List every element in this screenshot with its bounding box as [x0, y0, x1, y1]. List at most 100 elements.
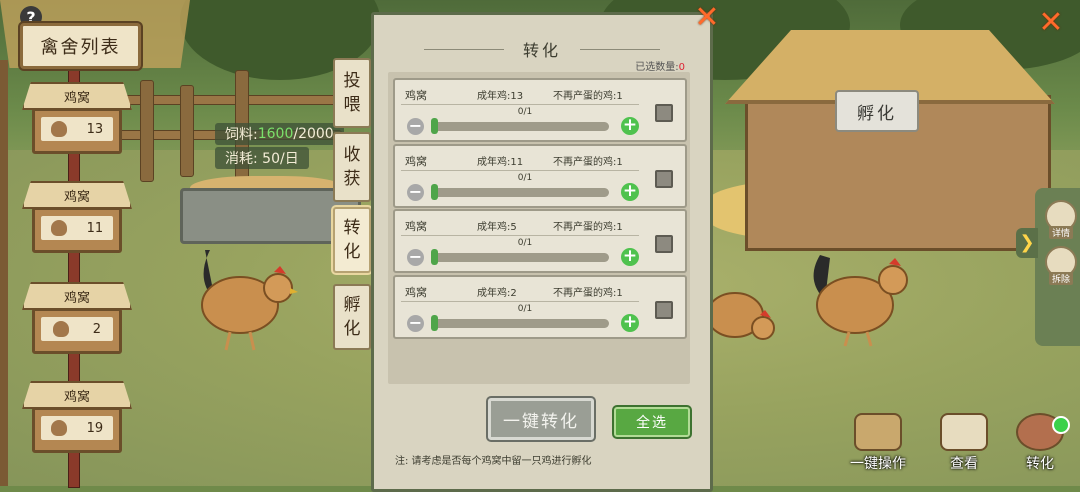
- tab-feed[interactable]: 投 喂: [333, 58, 371, 128]
- row-coop-name: 鸡窝: [405, 286, 427, 299]
- slider-handle[interactable]: [431, 118, 438, 134]
- convert-slider[interactable]: [433, 122, 609, 131]
- adult-count: 成年鸡:5: [477, 222, 517, 233]
- chicken[interactable]: [805, 250, 915, 350]
- row-checkbox[interactable]: [655, 301, 673, 319]
- coop-count: 2: [92, 321, 102, 337]
- rope-pole: [0, 60, 8, 486]
- row-divider: [401, 104, 639, 105]
- one-click-convert-button[interactable]: 一键转化: [488, 398, 594, 440]
- coop-plate: 2: [32, 308, 122, 354]
- convert-count: 0/1: [517, 173, 533, 183]
- coop-plate: 19: [32, 407, 122, 453]
- hen-icon: [50, 420, 67, 436]
- slider-handle[interactable]: [431, 249, 438, 265]
- list-item: 鸡窝 成年鸡:5 不再产蛋的鸡:1 0/1 − +: [393, 209, 687, 273]
- coop-plate: 13: [32, 108, 122, 154]
- row-checkbox[interactable]: [655, 235, 673, 253]
- nolay-count: 不再产蛋的鸡:1: [553, 222, 623, 233]
- convert-label: 转化: [1026, 456, 1054, 472]
- chicken[interactable]: [190, 240, 300, 355]
- select-all-button[interactable]: 全选: [614, 407, 690, 437]
- list-item: 鸡窝 成年鸡:13 不再产蛋的鸡:1 0/1 − +: [393, 78, 687, 142]
- view-label: 查看: [950, 456, 978, 472]
- hen-icon: [50, 220, 67, 236]
- slider-handle[interactable]: [431, 315, 438, 331]
- demolish-label: 拆除: [1048, 272, 1073, 285]
- coop-name: 鸡窝: [22, 82, 132, 110]
- adult-count: 成年鸡:13: [477, 91, 524, 102]
- plus-button[interactable]: +: [621, 248, 639, 266]
- consume-stat: 消耗: 50/日: [215, 147, 309, 169]
- row-divider: [401, 170, 639, 171]
- row-divider: [401, 301, 639, 302]
- list-item: 鸡窝 成年鸡:11 不再产蛋的鸡:1 0/1 − +: [393, 144, 687, 208]
- nolay-count: 不再产蛋的鸡:1: [553, 91, 623, 102]
- list-item: 鸡窝 成年鸡:2 不再产蛋的鸡:1 0/1 − +: [393, 275, 687, 339]
- row-checkbox[interactable]: [655, 170, 673, 188]
- selected-count: 已选数量:0: [560, 58, 685, 73]
- minus-button[interactable]: −: [407, 118, 424, 135]
- plus-button[interactable]: +: [621, 183, 639, 201]
- coop-list-item[interactable]: 鸡窝 19: [22, 381, 132, 453]
- fence-post: [180, 85, 194, 177]
- coop-count: 19: [86, 420, 104, 436]
- scroll-icon: [940, 413, 988, 451]
- tab-hatch[interactable]: 孵 化: [333, 284, 371, 350]
- fence-rail: [100, 95, 342, 105]
- slider-handle[interactable]: [431, 184, 438, 200]
- one-click-operate-button[interactable]: 一键操作: [850, 413, 906, 473]
- row-checkbox[interactable]: [655, 104, 673, 122]
- adult-count: 成年鸡:11: [477, 157, 524, 168]
- tab-convert[interactable]: 转 化: [333, 207, 371, 273]
- feed-stat: 饲料: 1600/2000: [215, 123, 344, 145]
- hen-icon: [52, 321, 69, 337]
- plus-button[interactable]: +: [621, 117, 639, 135]
- row-coop-name: 鸡窝: [405, 155, 427, 168]
- adult-count: 成年鸡:2: [477, 288, 517, 299]
- expand-arrow-icon[interactable]: ❯: [1016, 228, 1038, 258]
- view-button[interactable]: 查看: [940, 413, 988, 473]
- minus-button[interactable]: −: [407, 249, 424, 266]
- coop-plate: 11: [32, 207, 122, 253]
- convert-count: 0/1: [517, 304, 533, 314]
- feed-max: /2000: [293, 126, 334, 142]
- coop-name: 鸡窝: [22, 282, 132, 310]
- details-button[interactable]: 详情: [1044, 200, 1078, 240]
- convert-count: 0/1: [517, 107, 533, 117]
- chicken[interactable]: [705, 280, 780, 350]
- demolish-button[interactable]: 拆除: [1044, 246, 1078, 286]
- hen-icon: [50, 121, 67, 137]
- convert-slider[interactable]: [433, 253, 609, 262]
- minus-button[interactable]: −: [407, 315, 424, 332]
- one-click-operate-label: 一键操作: [850, 456, 906, 472]
- notification-dot: [1052, 416, 1070, 434]
- coop-hand-icon: [854, 413, 902, 451]
- coop-count: 11: [86, 220, 104, 236]
- plus-button[interactable]: +: [621, 314, 639, 332]
- hatch-sign[interactable]: 孵化: [835, 90, 919, 132]
- convert-slider[interactable]: [433, 188, 609, 197]
- nolay-count: 不再产蛋的鸡:1: [553, 157, 623, 168]
- close-icon[interactable]: ✕: [694, 3, 720, 33]
- coop-list-item[interactable]: 鸡窝 11: [22, 181, 132, 253]
- tab-harvest[interactable]: 收 获: [333, 132, 371, 202]
- close-icon[interactable]: ✕: [1038, 8, 1064, 38]
- nolay-count: 不再产蛋的鸡:1: [553, 288, 623, 299]
- coop-count: 13: [86, 121, 104, 137]
- coop-list-item[interactable]: 鸡窝 2: [22, 282, 132, 354]
- consume-label: 消耗: 50/日: [225, 151, 299, 167]
- details-label: 详情: [1048, 226, 1073, 239]
- minus-button[interactable]: −: [407, 184, 424, 201]
- fence-post: [140, 80, 154, 182]
- convert-count: 0/1: [517, 238, 533, 248]
- convert-slider[interactable]: [433, 319, 609, 328]
- hint-note: 注: 请考虑是否每个鸡窝中留一只鸡进行孵化: [395, 456, 592, 467]
- chicken-coop[interactable]: [705, 30, 1055, 251]
- feed-label: 饲料:: [225, 127, 258, 143]
- coop-name: 鸡窝: [22, 181, 132, 209]
- coop-list-item[interactable]: 鸡窝 13: [22, 82, 132, 154]
- feed-value: 1600: [257, 126, 294, 142]
- row-coop-name: 鸡窝: [405, 89, 427, 102]
- row-divider: [401, 235, 639, 236]
